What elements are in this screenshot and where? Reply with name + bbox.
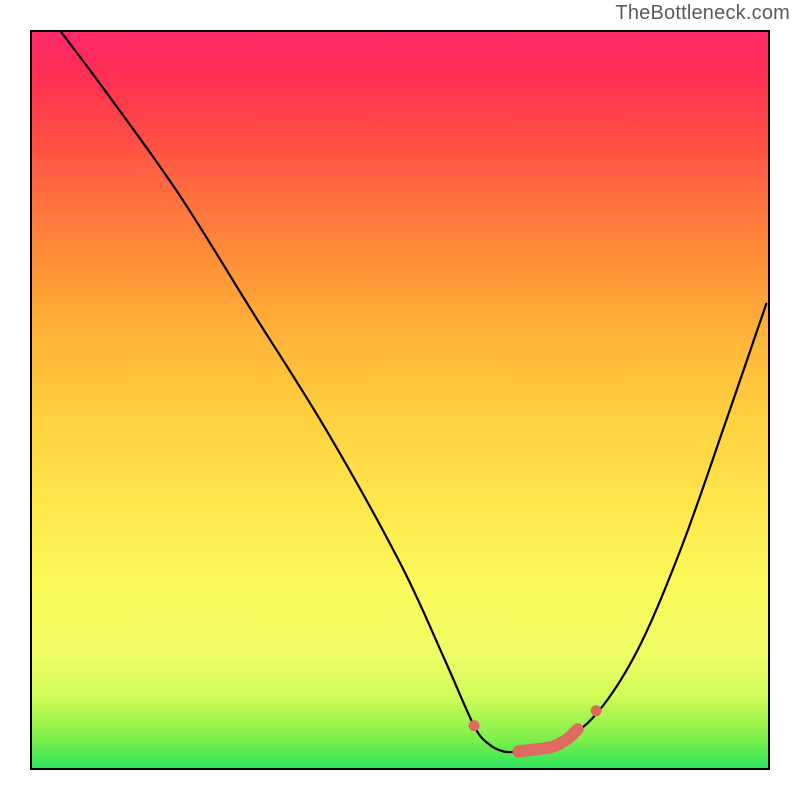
attribution-text: TheBottleneck.com bbox=[615, 2, 790, 25]
bottleneck-curve bbox=[60, 30, 767, 752]
marker-dot bbox=[591, 705, 602, 716]
plot-svg bbox=[30, 30, 770, 770]
marker-dot bbox=[469, 720, 480, 731]
figure: TheBottleneck.com bbox=[0, 0, 800, 800]
plot-area bbox=[30, 30, 770, 770]
marker-segment bbox=[518, 729, 577, 751]
